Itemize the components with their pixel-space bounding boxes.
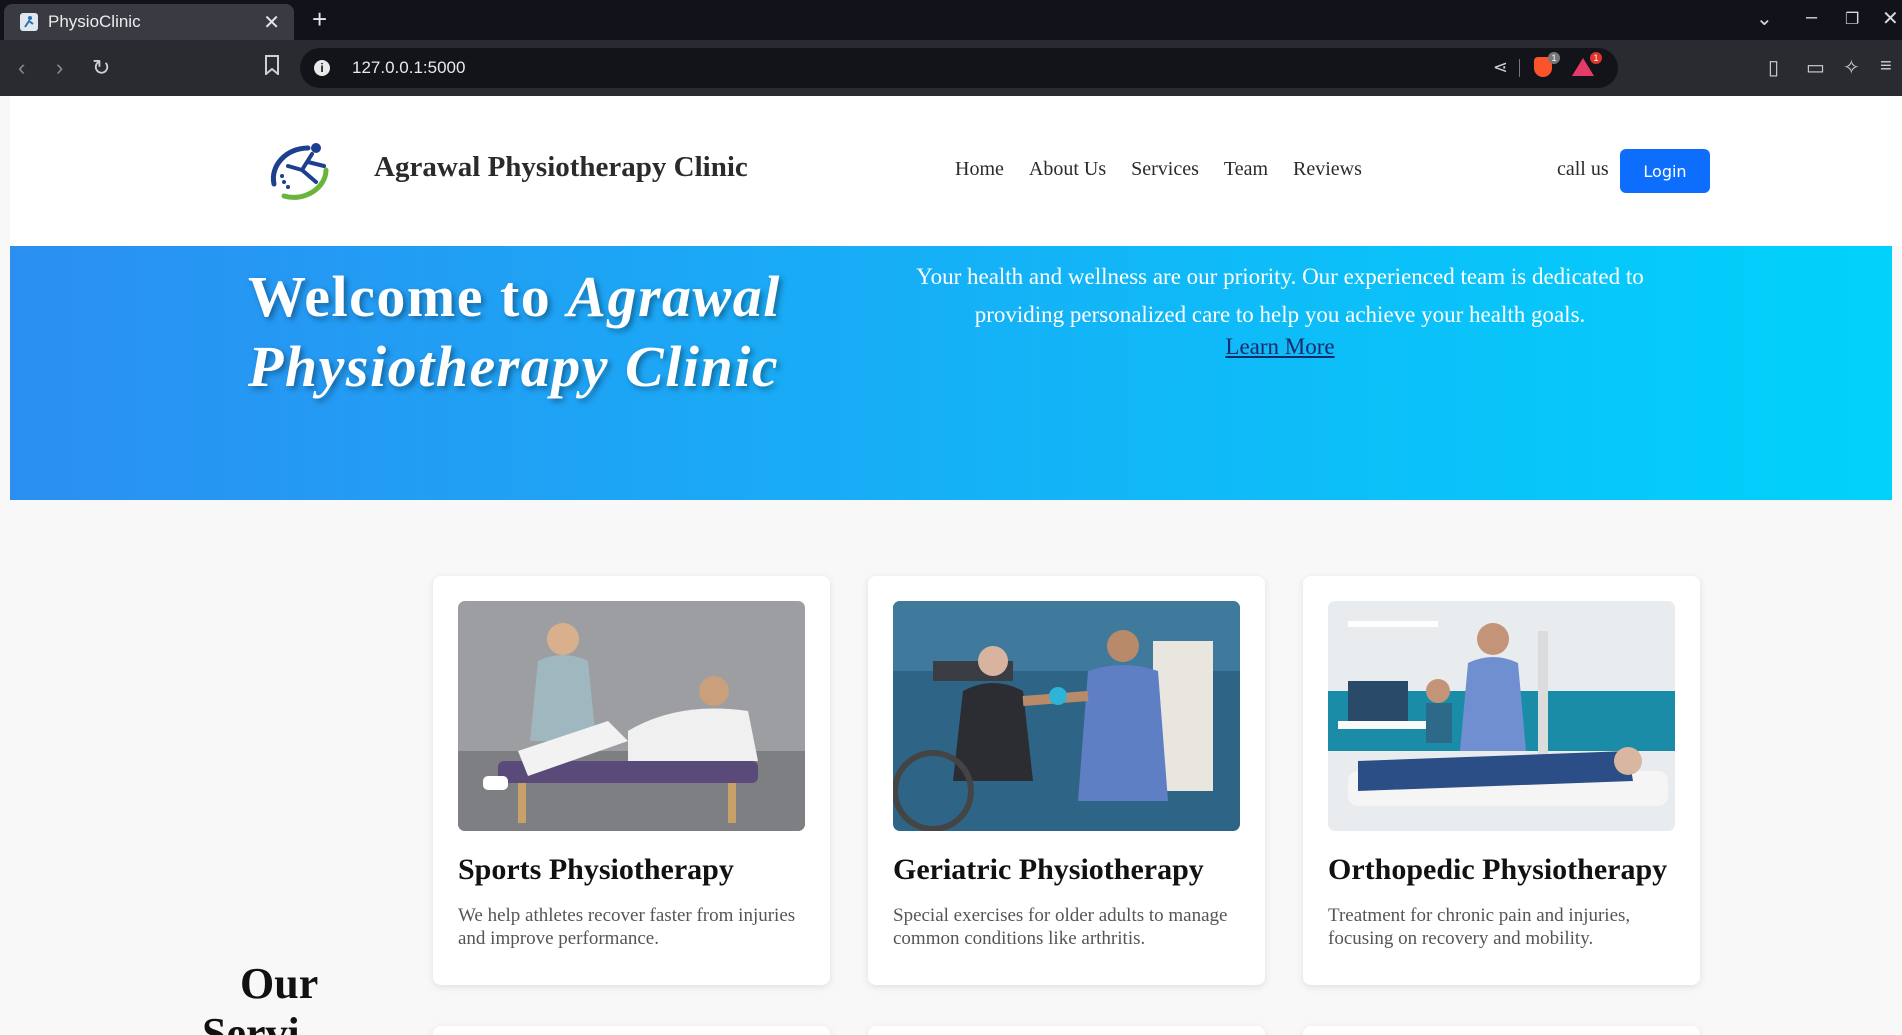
hero-link-wrap: Learn More: [870, 334, 1690, 360]
url-text: 127.0.0.1:5000: [352, 58, 466, 77]
tab-close-icon[interactable]: ✕: [263, 10, 280, 35]
nav-about-us[interactable]: About Us: [1029, 158, 1106, 181]
favicon-icon: [20, 13, 38, 31]
site-header: Agrawal Physiotherapy Clinic Home About …: [10, 96, 1902, 246]
sidebar-toggle-icon[interactable]: ▯: [1768, 55, 1779, 80]
forward-icon[interactable]: ›: [56, 55, 63, 81]
menu-icon[interactable]: ≡: [1880, 55, 1892, 78]
hero-description: Your health and wellness are our priorit…: [916, 264, 1644, 327]
login-button[interactable]: Login: [1620, 149, 1710, 193]
brand-name[interactable]: Agrawal Physiotherapy Clinic: [374, 151, 748, 184]
nav-team[interactable]: Team: [1224, 158, 1268, 181]
hero-title: Welcome to Agrawal Physiotherapy Clinic: [248, 262, 858, 402]
main-nav: Home About Us Services Team Reviews: [955, 158, 1362, 181]
hero-banner: Welcome to Agrawal Physiotherapy Clinic …: [10, 246, 1892, 500]
nav-reviews[interactable]: Reviews: [1293, 158, 1362, 181]
browser-tab[interactable]: PhysioClinic ✕: [4, 4, 294, 40]
service-desc-geriatric: Special exercises for older adults to ma…: [893, 905, 1228, 949]
service-desc-sports: We help athletes recover faster from inj…: [458, 905, 796, 949]
window-close-icon[interactable]: ✕: [1882, 6, 1899, 31]
rewards-badge: 1: [1590, 52, 1602, 64]
back-icon[interactable]: ‹: [18, 55, 25, 81]
sports-physio-image: [458, 601, 805, 831]
web-page: Agrawal Physiotherapy Clinic Home About …: [0, 96, 1902, 1035]
service-card-row2[interactable]: [433, 1026, 830, 1035]
address-bar[interactable]: i 127.0.0.1:5000 ⋖ 1 1: [300, 48, 1618, 88]
service-card-row2[interactable]: [1303, 1026, 1700, 1035]
orthopedic-physio-image: [1328, 601, 1675, 831]
services-section-title: Our: [240, 959, 319, 1008]
hero-title-plain: Welcome to: [248, 264, 568, 329]
restore-icon[interactable]: ❐: [1845, 9, 1859, 29]
shields-badge: 1: [1548, 52, 1560, 64]
service-card-orthopedic[interactable]: Orthopedic Physiotherapy Treatment for c…: [1303, 576, 1700, 985]
service-title-orthopedic: Orthopedic Physiotherapy: [1328, 853, 1668, 886]
url-divider: [1519, 59, 1520, 77]
service-card-sports[interactable]: Sports Physiotherapy We help athletes re…: [433, 576, 830, 985]
service-card-geriatric[interactable]: Geriatric Physiotherapy Special exercise…: [868, 576, 1265, 985]
site-info-icon[interactable]: i: [314, 60, 330, 76]
geriatric-physio-image: [893, 601, 1240, 831]
share-icon[interactable]: ⋖: [1493, 57, 1508, 78]
service-title-geriatric: Geriatric Physiotherapy: [893, 853, 1204, 886]
call-us-link[interactable]: call us: [1557, 158, 1609, 181]
bookmark-icon[interactable]: [264, 55, 280, 81]
new-tab-icon[interactable]: +: [312, 4, 327, 35]
service-title-sports: Sports Physiotherapy: [458, 853, 734, 886]
nav-home[interactable]: Home: [955, 158, 1004, 181]
minimize-icon[interactable]: –: [1806, 6, 1817, 29]
nav-services[interactable]: Services: [1131, 158, 1199, 181]
wallet-icon[interactable]: ▭: [1806, 55, 1825, 80]
browser-toolbar: ‹ › ↻ i 127.0.0.1:5000 ⋖ 1 1 ▯ ▭ ✧ ≡: [0, 40, 1902, 96]
tab-title: PhysioClinic: [48, 12, 141, 31]
tab-list-chevron-icon[interactable]: ⌄: [1756, 6, 1773, 31]
services-section-title-cont: Servi: [202, 1009, 300, 1035]
clinic-logo-icon[interactable]: [264, 136, 336, 206]
browser-tabbar: PhysioClinic ✕ + ⌄ – ❐ ✕: [0, 0, 1902, 40]
leo-ai-icon[interactable]: ✧: [1843, 55, 1860, 80]
reload-icon[interactable]: ↻: [92, 55, 110, 81]
service-card-row2[interactable]: [868, 1026, 1265, 1035]
learn-more-link[interactable]: Learn More: [1225, 334, 1334, 359]
service-desc-orthopedic: Treatment for chronic pain and injuries,…: [1328, 905, 1631, 949]
